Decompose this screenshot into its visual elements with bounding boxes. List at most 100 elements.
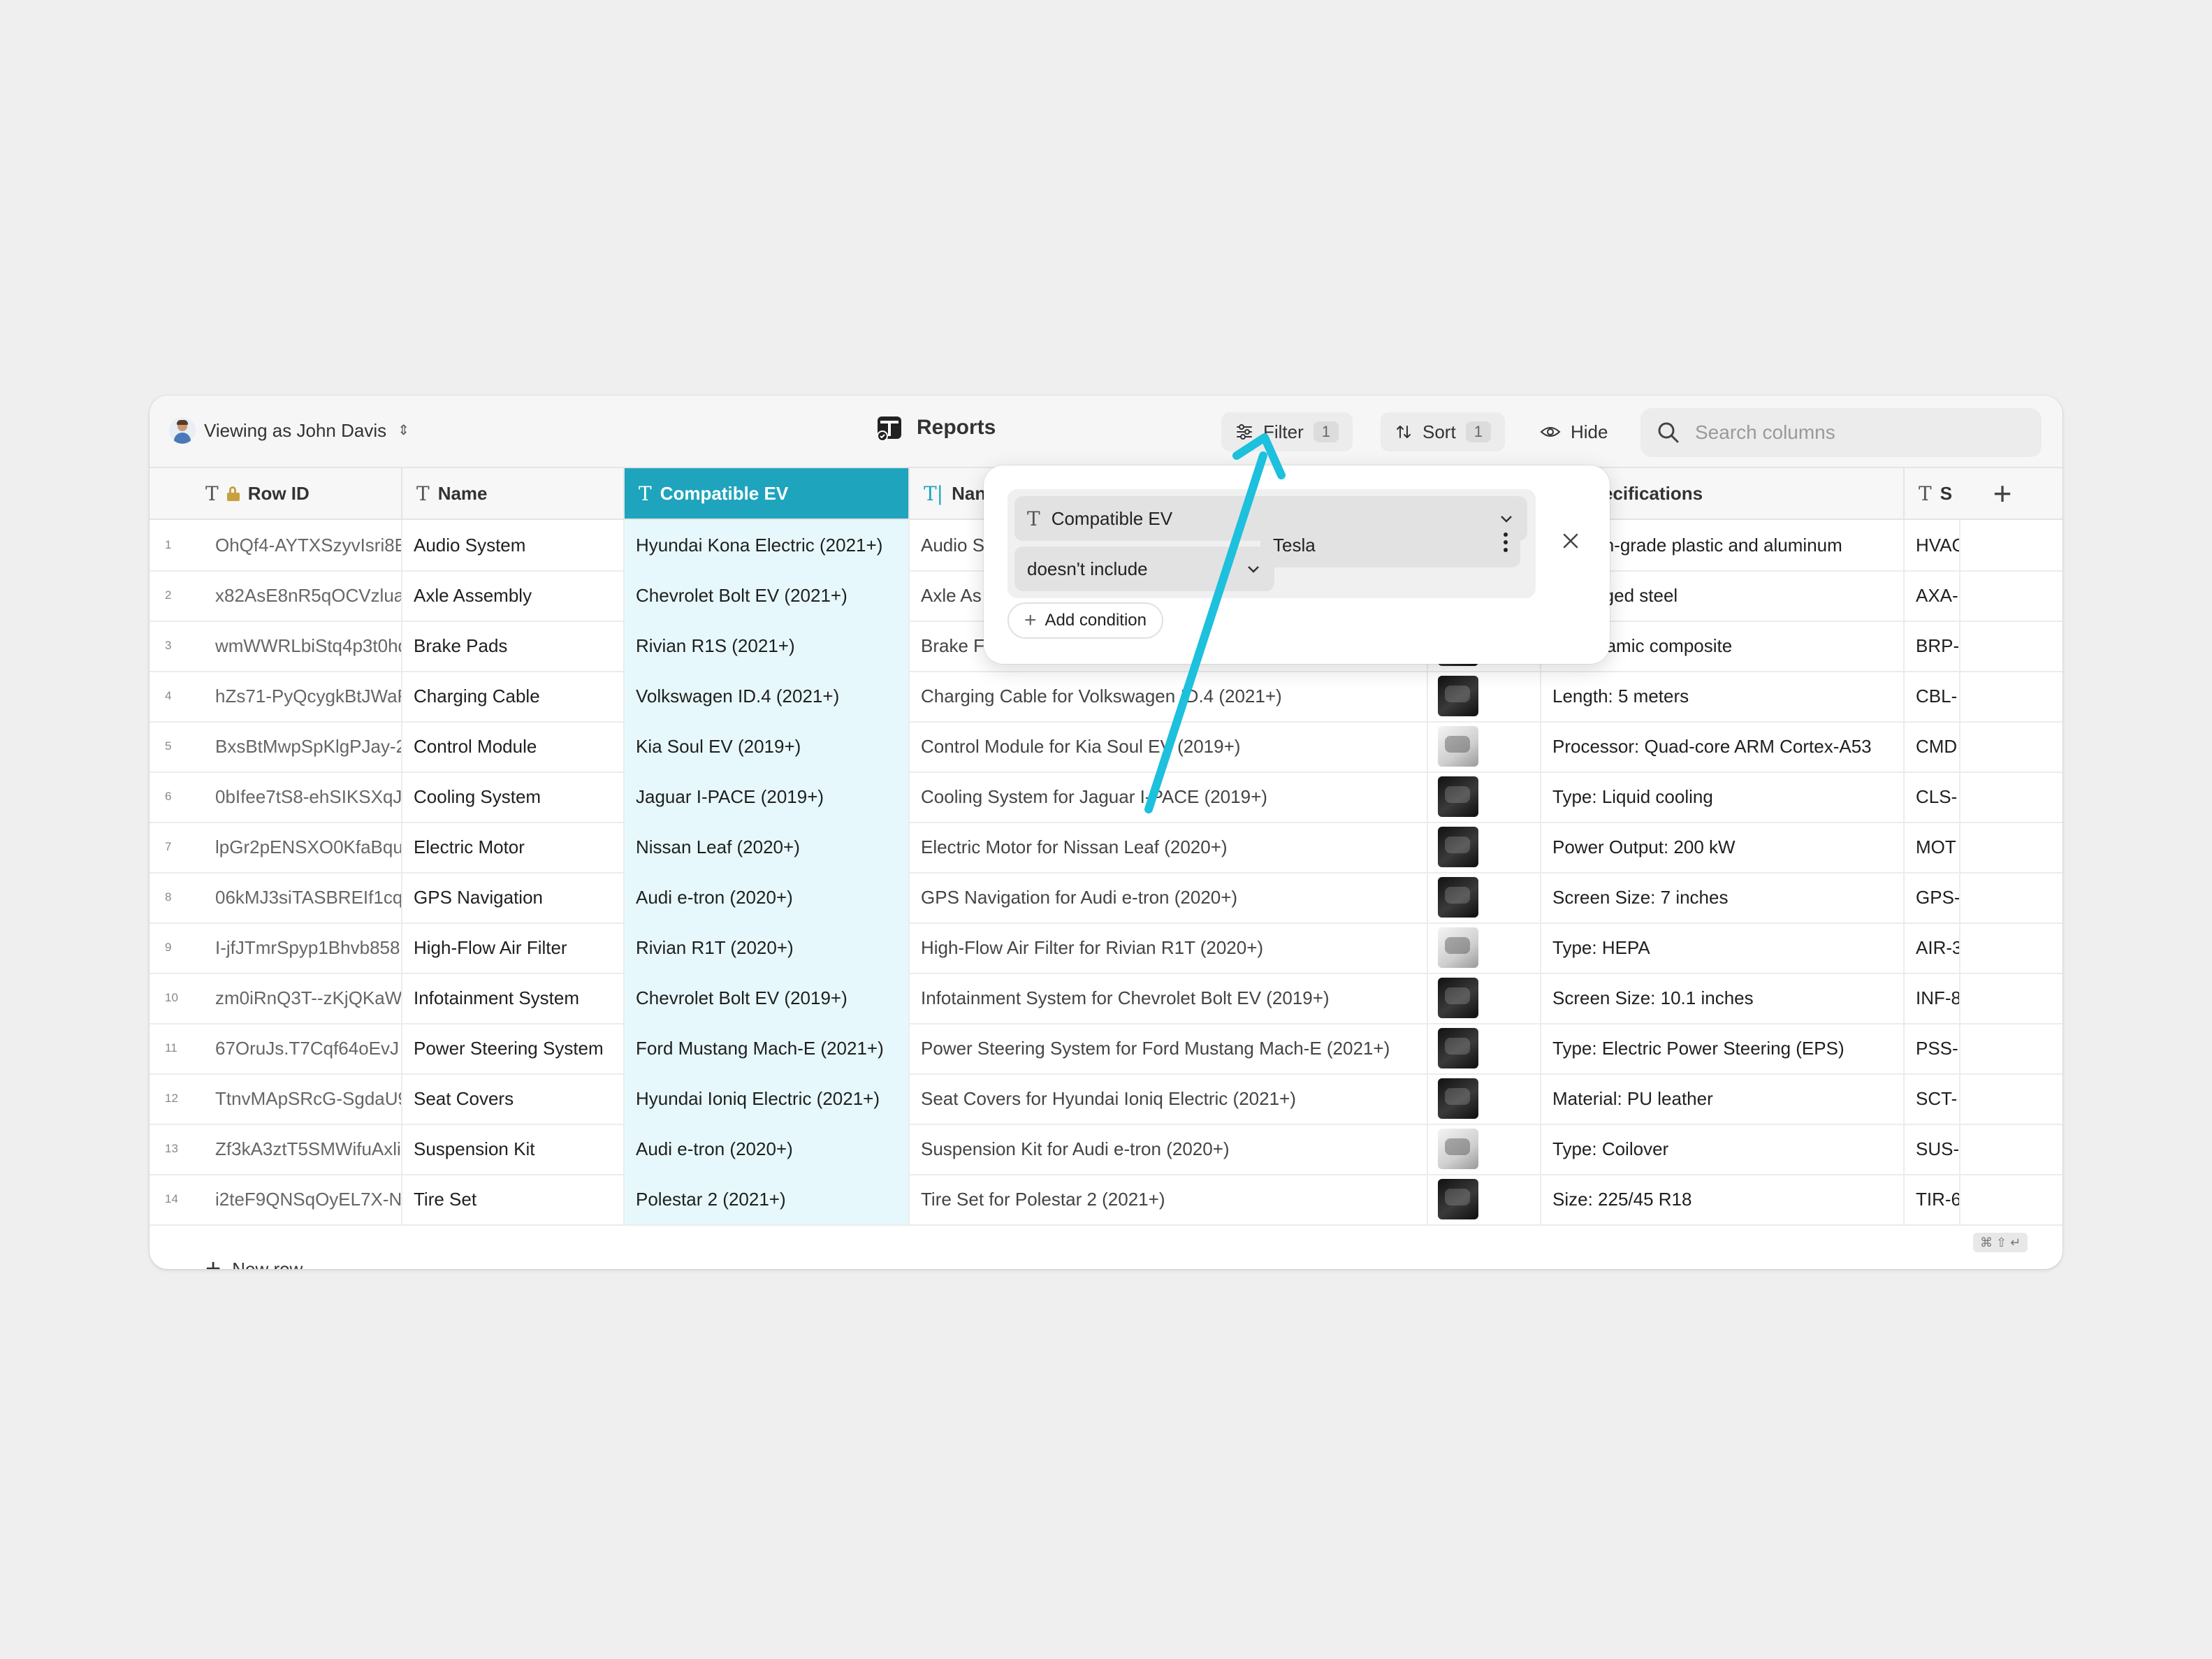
cell-name[interactable]: Suspension Kit <box>402 1124 625 1174</box>
cell-name-generated[interactable]: Control Module for Kia Soul EV (2019+) <box>910 721 1428 771</box>
cell-row-id[interactable]: i2teF9QNSqOyEL7X-NS <box>204 1174 402 1224</box>
cell-image[interactable] <box>1428 973 1541 1023</box>
part-thumbnail-image[interactable] <box>1438 1179 1478 1219</box>
table-row[interactable]: 11 67OruJs.T7Cqf64oEvJ Power Steering Syst… <box>150 1023 2062 1075</box>
cell-image[interactable] <box>1428 771 1541 822</box>
part-thumbnail-image[interactable] <box>1438 776 1478 817</box>
cell-name-generated[interactable]: GPS Navigation for Audi e-tron (2020+) <box>910 872 1428 922</box>
cell-row-id[interactable]: hZs71-PyQcygkBtJWaF <box>204 671 402 721</box>
part-thumbnail-image[interactable] <box>1438 1028 1478 1068</box>
cell-name-generated[interactable]: Power Steering System for Ford Mustang M… <box>910 1023 1428 1073</box>
cell-sku[interactable]: AXA- <box>1905 570 1960 621</box>
cell-name-generated[interactable]: Infotainment System for Chevrolet Bolt E… <box>910 973 1428 1023</box>
cell-name-generated[interactable]: Electric Motor for Nissan Leaf (2020+) <box>910 822 1428 872</box>
cell-name-generated[interactable]: Suspension Kit for Audi e-tron (2020+) <box>910 1124 1428 1174</box>
cell-compatible-ev[interactable]: Hyundai Kona Electric (2021+) <box>625 520 910 570</box>
cell-sku[interactable]: INF-8 <box>1905 973 1960 1023</box>
cell-compatible-ev[interactable]: Chevrolet Bolt EV (2021+) <box>625 570 910 621</box>
cell-compatible-ev[interactable]: Jaguar I-PACE (2019+) <box>625 771 910 822</box>
cell-sku[interactable]: CMD <box>1905 721 1960 771</box>
viewing-as-switcher[interactable]: Viewing as John Davis ⇕ <box>169 415 409 446</box>
cell-name-generated[interactable]: Seat Covers for Hyundai Ioniq Electric (… <box>910 1073 1428 1124</box>
cell-name[interactable]: Control Module <box>402 721 625 771</box>
cell-row-id[interactable]: 0bIfee7tS8-ehSIKSXqJ <box>204 771 402 822</box>
table-row[interactable]: 5 BxsBtMwpSpKlgPJay-2 Control Module Kia So… <box>150 721 2062 773</box>
cell-specifications[interactable]: Length: 5 meters <box>1541 671 1905 721</box>
more-options-icon[interactable] <box>1504 533 1508 552</box>
cell-sku[interactable]: TIR-6 <box>1905 1174 1960 1224</box>
cell-sku[interactable]: CLS- <box>1905 771 1960 822</box>
cell-name[interactable]: High-Flow Air Filter <box>402 922 625 973</box>
cell-compatible-ev[interactable]: Polestar 2 (2021+) <box>625 1174 910 1224</box>
cell-sku[interactable]: PSS- <box>1905 1023 1960 1073</box>
cell-sku[interactable]: BRP- <box>1905 621 1960 671</box>
table-row[interactable]: 13 Zf3kA3ztT5SMWifuAxli Suspension Kit Audi… <box>150 1124 2062 1175</box>
cell-row-id[interactable]: Zf3kA3ztT5SMWifuAxli <box>204 1124 402 1174</box>
cell-name[interactable]: Audio System <box>402 520 625 570</box>
cell-sku[interactable]: CBL- <box>1905 671 1960 721</box>
part-thumbnail-image[interactable] <box>1438 927 1478 968</box>
hide-button[interactable]: Hide <box>1540 412 1608 451</box>
cell-sku[interactable]: SUS- <box>1905 1124 1960 1174</box>
cell-sku[interactable]: GPS- <box>1905 872 1960 922</box>
cell-name[interactable]: Axle Assembly <box>402 570 625 621</box>
cell-name[interactable]: Seat Covers <box>402 1073 625 1124</box>
table-row[interactable]: 12 TtnvMApSRcG-SgdaU9 Seat Covers Hyundai I… <box>150 1073 2062 1125</box>
cell-image[interactable] <box>1428 1124 1541 1174</box>
cell-sku[interactable]: HVAC <box>1905 520 1960 570</box>
cell-image[interactable] <box>1428 922 1541 973</box>
cell-specifications[interactable]: Screen Size: 7 inches <box>1541 872 1905 922</box>
new-row-button[interactable]: + New row <box>205 1244 303 1269</box>
cell-compatible-ev[interactable]: Rivian R1T (2020+) <box>625 922 910 973</box>
cell-row-id[interactable]: lpGr2pENSXO0KfaBqu6 <box>204 822 402 872</box>
part-thumbnail-image[interactable] <box>1438 978 1478 1018</box>
part-thumbnail-image[interactable] <box>1438 877 1478 918</box>
cell-compatible-ev[interactable]: Audi e-tron (2020+) <box>625 1124 910 1174</box>
cell-specifications[interactable]: Type: Coilover <box>1541 1124 1905 1174</box>
cell-name[interactable]: Tire Set <box>402 1174 625 1224</box>
cell-compatible-ev[interactable]: Ford Mustang Mach-E (2021+) <box>625 1023 910 1073</box>
part-thumbnail-image[interactable] <box>1438 676 1478 716</box>
cell-name[interactable]: Infotainment System <box>402 973 625 1023</box>
part-thumbnail-image[interactable] <box>1438 726 1478 767</box>
search-input[interactable] <box>1694 421 2018 444</box>
cell-specifications[interactable]: Type: Electric Power Steering (EPS) <box>1541 1023 1905 1073</box>
cell-specifications[interactable]: Type: HEPA <box>1541 922 1905 973</box>
table-row[interactable]: 10 zm0iRnQ3T--zKjQKaW Infotainment System C… <box>150 973 2062 1024</box>
cell-image[interactable] <box>1428 721 1541 771</box>
cell-specifications[interactable]: Screen Size: 10.1 inches <box>1541 973 1905 1023</box>
filter-operator-select[interactable]: doesn't include <box>1014 546 1274 591</box>
cell-image[interactable] <box>1428 1174 1541 1224</box>
cell-compatible-ev[interactable]: Rivian R1S (2021+) <box>625 621 910 671</box>
cell-name[interactable]: Power Steering System <box>402 1023 625 1073</box>
cell-image[interactable] <box>1428 671 1541 721</box>
column-header-compatible-ev[interactable]: T Compatible EV <box>625 468 910 519</box>
cell-name-generated[interactable]: Cooling System for Jaguar I-PACE (2019+) <box>910 771 1428 822</box>
filter-value-input[interactable]: Tesla <box>1260 523 1520 567</box>
cell-row-id[interactable]: zm0iRnQ3T--zKjQKaW <box>204 973 402 1023</box>
cell-specifications[interactable]: Type: Liquid cooling <box>1541 771 1905 822</box>
cell-image[interactable] <box>1428 1023 1541 1073</box>
part-thumbnail-image[interactable] <box>1438 827 1478 867</box>
cell-name-generated[interactable]: High-Flow Air Filter for Rivian R1T (202… <box>910 922 1428 973</box>
table-row[interactable]: 7 lpGr2pENSXO0KfaBqu6 Electric Motor Nissan… <box>150 822 2062 874</box>
add-condition-button[interactable]: + Add condition <box>1007 602 1163 639</box>
cell-name[interactable]: Cooling System <box>402 771 625 822</box>
filter-button[interactable]: Filter 1 <box>1221 412 1353 451</box>
cell-compatible-ev[interactable]: Hyundai Ioniq Electric (2021+) <box>625 1073 910 1124</box>
table-row[interactable]: 8 06kMJ3siTASBREIf1cq GPS Navigation Audi e… <box>150 872 2062 924</box>
cell-image[interactable] <box>1428 872 1541 922</box>
cell-name[interactable]: Charging Cable <box>402 671 625 721</box>
cell-compatible-ev[interactable]: Nissan Leaf (2020+) <box>625 822 910 872</box>
sort-button[interactable]: Sort 1 <box>1381 412 1505 451</box>
cell-sku[interactable]: SCT- <box>1905 1073 1960 1124</box>
cell-image[interactable] <box>1428 1073 1541 1124</box>
part-thumbnail-image[interactable] <box>1438 1129 1478 1169</box>
cell-specifications[interactable]: Processor: Quad-core ARM Cortex-A53 <box>1541 721 1905 771</box>
table-row[interactable]: 6 0bIfee7tS8-ehSIKSXqJ Cooling System Jagua… <box>150 771 2062 823</box>
cell-name[interactable]: Electric Motor <box>402 822 625 872</box>
part-thumbnail-image[interactable] <box>1438 1078 1478 1119</box>
cell-row-id[interactable]: OhQf4-AYTXSzyvIsri8E <box>204 520 402 570</box>
cell-row-id[interactable]: 67OruJs.T7Cqf64oEvJ <box>204 1023 402 1073</box>
cell-row-id[interactable]: BxsBtMwpSpKlgPJay-2 <box>204 721 402 771</box>
